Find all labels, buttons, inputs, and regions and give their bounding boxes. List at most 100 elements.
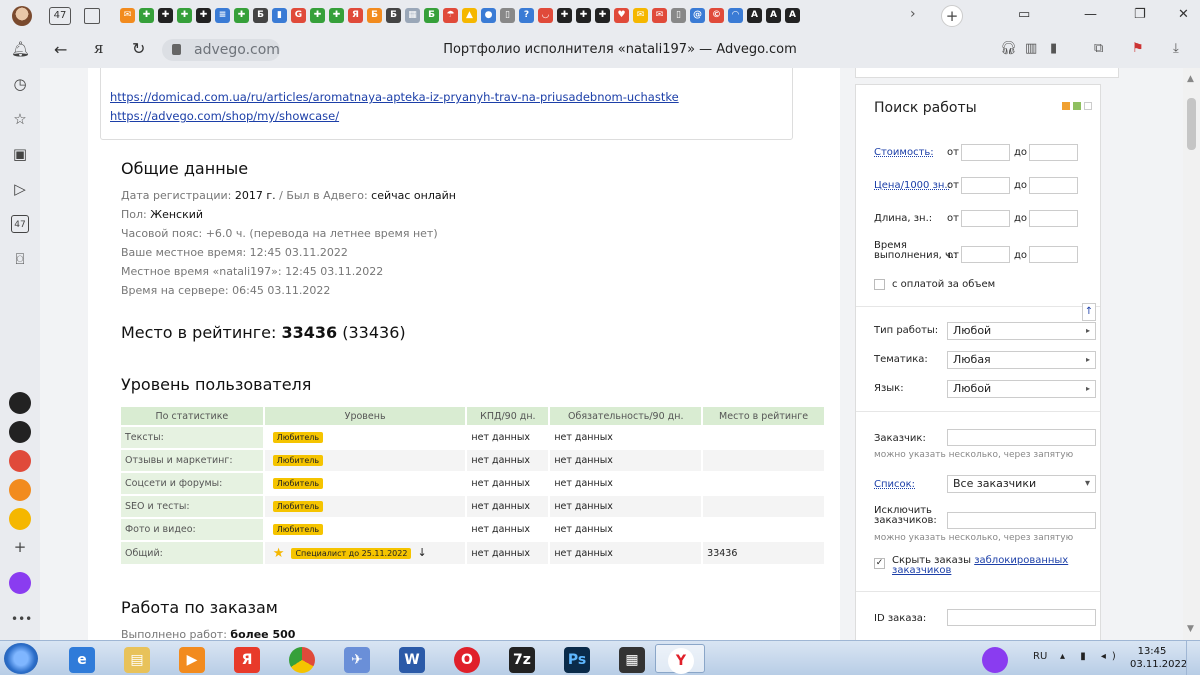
collections-icon[interactable]: ▣ [11, 145, 29, 163]
level-badge[interactable]: Специалист до 25.11.2022 [291, 547, 412, 559]
bookmark-icon[interactable]: ▮ [1050, 41, 1057, 56]
pinned-tab-pocket-icon[interactable]: ◡ [538, 8, 553, 23]
price-label[interactable]: Цена/1000 зн.: [874, 180, 951, 191]
lang-select[interactable]: Любой ▸ [947, 380, 1096, 398]
customer-input[interactable] [947, 429, 1096, 446]
extensions-icon[interactable]: ⧉ [1094, 41, 1103, 56]
taskbar-chrome[interactable] [277, 644, 327, 673]
history-icon[interactable]: ◷ [11, 75, 29, 93]
list-label[interactable]: Список: [874, 479, 915, 490]
screenshot-icon[interactable]: ⌼ [11, 250, 29, 268]
close-button[interactable]: ✕ [1178, 7, 1189, 22]
length-to-input[interactable] [1029, 210, 1078, 227]
portfolio-link[interactable]: https://advego.com/shop/my/showcase/ [110, 109, 339, 123]
tab-scroll-right-button[interactable]: › [910, 6, 916, 22]
new-tab-button[interactable]: + [941, 5, 963, 27]
pinned-tab-b-icon[interactable]: Б [253, 8, 268, 23]
pinned-tab-b-icon[interactable]: Б [367, 8, 382, 23]
profile-avatar[interactable] [12, 6, 32, 26]
tab-counter[interactable]: 47 [49, 7, 71, 25]
bell-icon[interactable]: 🔔︎ [11, 40, 30, 58]
window-tabs-button[interactable]: ▭ [1018, 7, 1030, 22]
hide-blocked-checkbox[interactable]: ✓ [874, 558, 885, 569]
taskbar-media[interactable]: ▶ [167, 644, 217, 673]
pinned-tab-copyright-icon[interactable]: © [709, 8, 724, 23]
show-desktop-button[interactable] [1186, 641, 1200, 675]
pinned-tab-doc-icon[interactable]: ≡ [215, 8, 230, 23]
pinned-tab-circle-icon[interactable]: ✚ [196, 8, 211, 23]
pinned-tab-wave-icon[interactable]: ◠ [728, 8, 743, 23]
taskbar-video[interactable]: ▦ [607, 644, 657, 673]
taskbar-yandex-browser[interactable]: Y [655, 644, 705, 674]
level-badge[interactable]: Любитель [272, 478, 324, 489]
cost-from-input[interactable] [961, 144, 1010, 161]
pinned-tab-a-icon[interactable]: A [747, 8, 762, 23]
order-id-input[interactable] [947, 609, 1096, 626]
page-scrollbar[interactable]: ▲ ▼ [1183, 68, 1200, 640]
pinned-tab-help-icon[interactable]: ? [519, 8, 534, 23]
level-badge[interactable]: Любитель [272, 501, 324, 512]
pinned-tab-plus-icon[interactable]: ✚ [177, 8, 192, 23]
restore-button[interactable]: ❐ [1134, 7, 1146, 22]
pinned-tab-plus-icon[interactable]: ✚ [310, 8, 325, 23]
taskbar-7zip[interactable]: 7z [497, 644, 547, 673]
price-to-input[interactable] [1029, 177, 1078, 194]
pinned-tab-circle-icon[interactable]: ✚ [576, 8, 591, 23]
pinned-tab-hills-icon[interactable]: ▲ [462, 8, 477, 23]
pinned-tab-plus-icon[interactable]: ✚ [139, 8, 154, 23]
minimize-button[interactable]: — [1084, 7, 1097, 22]
tray-icons[interactable]: ▴ ▮ ◂) [1060, 651, 1122, 662]
scroll-to-top-button[interactable]: ↑ [1082, 303, 1096, 321]
app-camera-icon[interactable] [9, 392, 31, 414]
downloads-icon[interactable]: ⤓ [1173, 41, 1179, 56]
play-icon[interactable]: ▷ [11, 180, 29, 198]
pinned-tab-circle-icon[interactable]: ✚ [158, 8, 173, 23]
color-toggle-green[interactable] [1073, 102, 1081, 110]
extension-badge-icon[interactable]: ⚑ [1132, 41, 1144, 56]
pinned-tab-ya-icon[interactable]: Я [348, 8, 363, 23]
level-badge[interactable]: Любитель [272, 524, 324, 535]
more-icon[interactable]: ••• [11, 610, 32, 628]
pinned-tab-a-icon[interactable]: A [785, 8, 800, 23]
pinned-tab-a-icon[interactable]: A [766, 8, 781, 23]
bookmarks-star-icon[interactable]: ☆ [11, 110, 29, 128]
pinned-tab-circle-icon[interactable]: ✚ [595, 8, 610, 23]
taskbar-word[interactable]: W [387, 644, 437, 673]
topic-select[interactable]: Любая ▸ [947, 351, 1096, 369]
app-umbrella-icon[interactable] [9, 479, 31, 501]
taskbar-yandex[interactable]: Я [222, 644, 272, 673]
customer-list-select[interactable]: Все заказчики ▾ [947, 475, 1096, 493]
pinned-tab-file-icon[interactable]: ▯ [500, 8, 515, 23]
taskbar-alice[interactable] [975, 644, 1015, 673]
cost-to-input[interactable] [1029, 144, 1078, 161]
app-compass-icon[interactable] [9, 421, 31, 443]
volume-pay-checkbox[interactable] [874, 279, 885, 290]
pinned-tab-plus-icon[interactable]: ✚ [329, 8, 344, 23]
pinned-tab-b-icon[interactable]: Б [424, 8, 439, 23]
level-badge[interactable]: Любитель [272, 432, 324, 443]
app-music-icon[interactable] [9, 508, 31, 530]
taskbar-ie[interactable]: e [57, 644, 107, 673]
pinned-tab-b-icon[interactable]: Б [386, 8, 401, 23]
length-from-input[interactable] [961, 210, 1010, 227]
pinned-tab-image-icon[interactable]: ▦ [405, 8, 420, 23]
time-from-input[interactable] [961, 246, 1010, 263]
add-app-icon[interactable]: + [11, 538, 29, 556]
blocked-customers-link[interactable]: заказчиков [892, 565, 951, 576]
tray-language[interactable]: RU [1033, 651, 1047, 662]
reader-mode-icon[interactable]: ▥ [1025, 41, 1037, 56]
price-from-input[interactable] [961, 177, 1010, 194]
start-button[interactable] [4, 643, 38, 674]
scroll-thumb[interactable] [1187, 98, 1196, 150]
pinned-tab-plus-icon[interactable]: ✚ [234, 8, 249, 23]
tab-strip-icon[interactable] [84, 8, 100, 24]
level-badge[interactable]: Любитель [272, 455, 324, 466]
color-toggle-orange[interactable] [1062, 102, 1070, 110]
pinned-tab-g-icon[interactable]: G [291, 8, 306, 23]
pinned-tab-heart-icon[interactable]: ♥ [614, 8, 629, 23]
time-to-input[interactable] [1029, 246, 1078, 263]
alice-assistant-icon[interactable] [9, 572, 31, 594]
scroll-down-arrow-icon[interactable]: ▼ [1187, 624, 1194, 634]
pinned-tab-umbrella-icon[interactable]: ☂ [443, 8, 458, 23]
pinned-tab-mail-icon[interactable]: ✉ [652, 8, 667, 23]
